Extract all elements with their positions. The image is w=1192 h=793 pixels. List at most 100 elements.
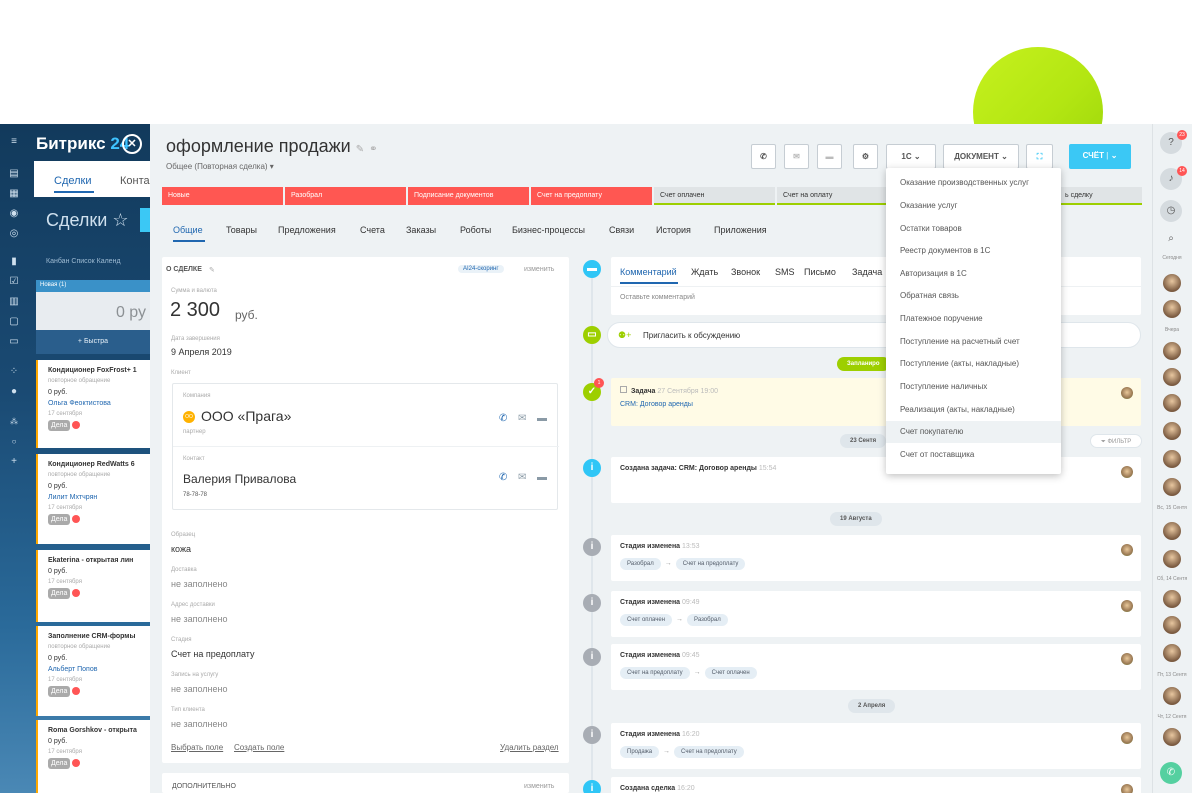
menu-item[interactable]: Обратная связь: [886, 285, 1061, 307]
card-title[interactable]: Кондиционер RedWatts 6: [48, 459, 150, 470]
card-person[interactable]: Лилит Мхтчрян: [48, 492, 150, 503]
card-person[interactable]: Альберт Попов: [48, 664, 150, 675]
choose-field-link[interactable]: Выбрать поле: [171, 743, 223, 752]
feed-icon[interactable]: ▤: [9, 169, 19, 179]
card-deals-badge[interactable]: Дела: [48, 686, 71, 697]
stage-signing[interactable]: Подписание документов: [408, 187, 529, 205]
tab-task[interactable]: Задача: [852, 267, 882, 277]
tab-wait[interactable]: Ждать: [691, 267, 718, 277]
timeline-entry[interactable]: Создана задача: CRM: Договор аренды 15:5…: [611, 457, 1141, 503]
avatar[interactable]: [1163, 450, 1181, 468]
call-icon[interactable]: ✆: [1160, 762, 1182, 784]
stage-disassembled[interactable]: Разобрал: [285, 187, 406, 205]
stage-paid[interactable]: Счет оплачен: [654, 187, 775, 205]
menu-item[interactable]: Остатки товаров: [886, 218, 1061, 240]
avatar[interactable]: [1163, 687, 1181, 705]
crm-icon[interactable]: ◎: [9, 229, 19, 239]
timeline-entry[interactable]: Стадия изменена 09:49 Счет оплачен → Разоб…: [611, 591, 1141, 637]
add-icon[interactable]: +: [9, 457, 19, 467]
tab-links[interactable]: Связи: [609, 225, 634, 235]
pencil-icon[interactable]: ✎: [356, 144, 364, 155]
task-card[interactable]: Задача 27 Сентября 19:00 CRM: Договор ар…: [611, 378, 1141, 426]
tab-invoices[interactable]: Счета: [360, 225, 385, 235]
menu-item[interactable]: Платежное поручение: [886, 308, 1061, 330]
chat-bubble-icon[interactable]: ▬: [537, 472, 547, 483]
tab-deals[interactable]: Сделки: [54, 175, 92, 187]
checklist-icon[interactable]: ☑: [9, 277, 19, 287]
field-value[interactable]: кожа: [171, 544, 191, 554]
task-checkbox[interactable]: [620, 386, 627, 393]
envelope-icon[interactable]: ✉: [518, 413, 526, 424]
add-deal-button[interactable]: [140, 208, 150, 232]
contact-phone[interactable]: 78-78-78: [183, 492, 207, 498]
email-button[interactable]: ✉: [784, 144, 809, 169]
avatar[interactable]: [1163, 300, 1181, 318]
menu-item[interactable]: Счет от поставщика: [886, 444, 1061, 466]
edit-link[interactable]: изменить: [524, 266, 554, 273]
expand-button[interactable]: ⛶: [1026, 144, 1053, 169]
tab-robots[interactable]: Роботы: [460, 225, 491, 235]
deal-category[interactable]: Общее (Повторная сделка) ▾: [166, 162, 274, 171]
link-icon[interactable]: ⚭: [369, 144, 377, 155]
drive-icon[interactable]: ▢: [9, 317, 19, 327]
menu-item[interactable]: Оказание производственных услуг: [886, 172, 1061, 194]
avatar[interactable]: [1163, 728, 1181, 746]
page-title[interactable]: оформление продажи ✎ ⚭: [166, 136, 378, 157]
avatar[interactable]: [1163, 422, 1181, 440]
tab-general[interactable]: Общие: [173, 225, 203, 235]
avatar[interactable]: [1163, 368, 1181, 386]
field-value[interactable]: Счет на предоплату: [171, 649, 255, 659]
sites-icon[interactable]: ▥: [9, 297, 19, 307]
kanban-card[interactable]: Ekaterina - открытая лин 0 руб. 17 сентя…: [36, 550, 150, 622]
avatar[interactable]: [1163, 550, 1181, 568]
quick-add-button[interactable]: + Быстра: [36, 330, 150, 354]
avatar[interactable]: [1163, 522, 1181, 540]
mail-icon[interactable]: ▭: [9, 337, 19, 347]
field-value[interactable]: не заполнено: [171, 614, 228, 624]
delete-section-link[interactable]: Удалить раздел: [500, 743, 559, 752]
tab-call[interactable]: Звонок: [731, 267, 760, 277]
card-title[interactable]: Заполнение CRM-формы: [48, 631, 150, 642]
field-value[interactable]: не заполнено: [171, 719, 228, 729]
card-title[interactable]: Ekaterina - открытая лин: [48, 555, 150, 566]
menu-item[interactable]: Поступление (акты, накладные): [886, 353, 1061, 375]
timeline-entry[interactable]: Стадия изменена 13:53 Разобрал → Счет на п…: [611, 535, 1141, 581]
brand-logo[interactable]: Битрикс 24: [36, 134, 129, 154]
menu-item[interactable]: Реестр документов в 1С: [886, 240, 1061, 262]
edit-link[interactable]: изменить: [524, 783, 554, 790]
analytics-icon[interactable]: ▮: [9, 257, 19, 267]
stage-column-header[interactable]: Новая (1): [36, 280, 150, 292]
menu-icon[interactable]: ≡: [9, 137, 19, 147]
avatar[interactable]: [1163, 342, 1181, 360]
phone-icon[interactable]: ✆: [499, 413, 507, 424]
tab-sms[interactable]: SMS: [775, 267, 795, 277]
scoring-badge[interactable]: AI24-скоринг: [458, 265, 504, 273]
company-name[interactable]: ООО «Прага»: [201, 408, 291, 424]
apps-icon[interactable]: ⁘: [9, 367, 19, 377]
search-icon[interactable]: ⌕: [1160, 228, 1182, 250]
field-value[interactable]: не заполнено: [171, 684, 228, 694]
view-switcher[interactable]: Канбан Список Календ: [46, 258, 121, 265]
card-title[interactable]: Roma Gorshkov - открыта: [48, 725, 150, 736]
tab-history[interactable]: История: [656, 225, 691, 235]
tab-orders[interactable]: Заказы: [406, 225, 436, 235]
tab-products[interactable]: Товары: [226, 225, 257, 235]
card-deals-badge[interactable]: Дела: [48, 514, 71, 525]
card-deals-badge[interactable]: Дела: [48, 420, 71, 431]
close-icon[interactable]: ✕: [122, 134, 142, 154]
timeline-entry[interactable]: Стадия изменена 16:20 Продажа → Счет на пр…: [611, 723, 1141, 769]
timeline-entry[interactable]: Создана сделка 16:20: [611, 777, 1141, 793]
avatar[interactable]: [1163, 616, 1181, 634]
avatar[interactable]: [1163, 274, 1181, 292]
field-value[interactable]: не заполнено: [171, 579, 228, 589]
settings-icon[interactable]: ●: [9, 387, 19, 397]
tab-business-processes[interactable]: Бизнес-процессы: [512, 225, 585, 235]
card-person[interactable]: Ольга Феоктистова: [48, 398, 150, 409]
filter-button[interactable]: ⏷ ФИЛЬТР: [1090, 434, 1143, 448]
more-icon[interactable]: ⁂: [9, 417, 19, 427]
message-button[interactable]: ▬: [817, 144, 842, 169]
clock-icon[interactable]: ◷: [1160, 200, 1182, 222]
contact-name[interactable]: Валерия Привалова: [183, 472, 296, 486]
kanban-card[interactable]: Кондиционер FoxFrost+ 1 повторное обраще…: [36, 360, 150, 448]
menu-item[interactable]: Поступление на расчетный счет: [886, 331, 1061, 353]
